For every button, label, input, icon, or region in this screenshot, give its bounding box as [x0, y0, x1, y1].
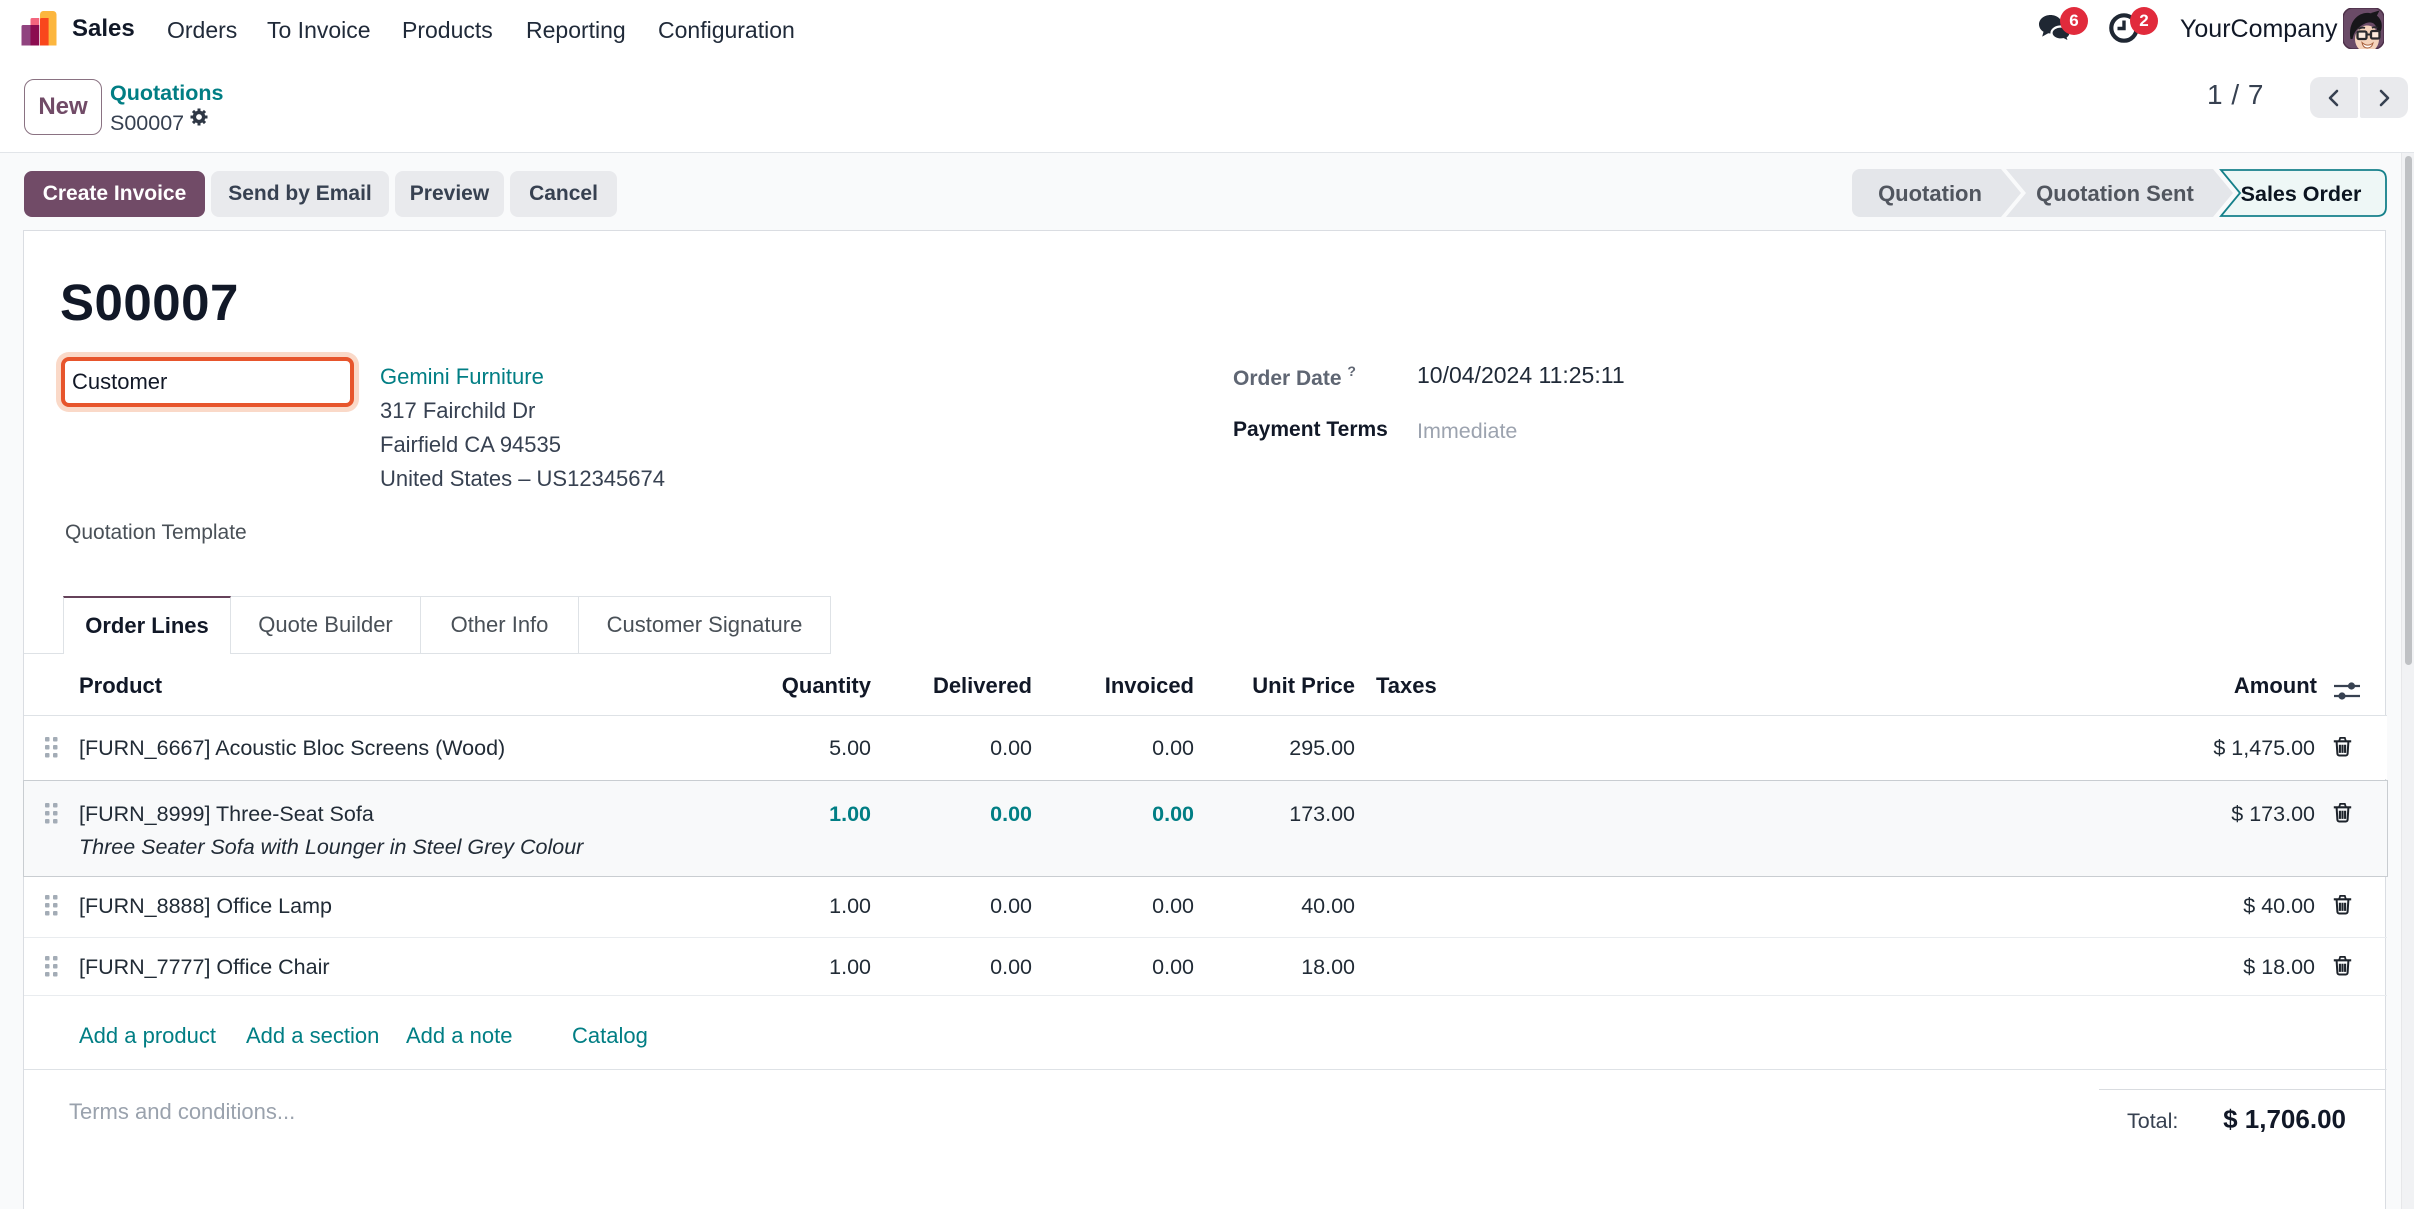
svg-text:Quotation: Quotation: [1878, 181, 1982, 206]
svg-text:Quotation Sent: Quotation Sent: [2036, 181, 2194, 206]
svg-text:Sales Order: Sales Order: [2241, 182, 2362, 206]
